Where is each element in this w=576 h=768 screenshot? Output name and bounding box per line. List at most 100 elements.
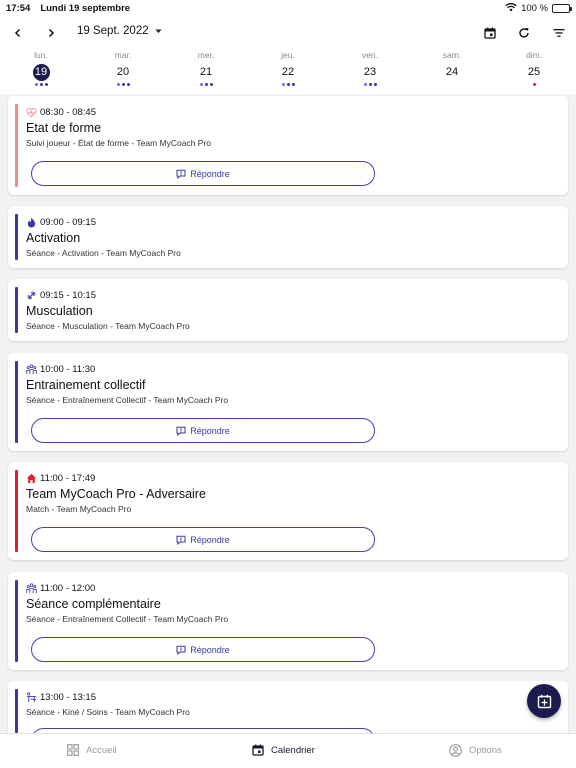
event-card[interactable]: 13:00 - 13:15 Séance - Kiné / Soins - Tea… [8, 681, 568, 741]
event-dot [34, 83, 38, 86]
event-dot [532, 83, 536, 86]
event-card[interactable]: 11:00 - 17:49 Team MyCoach Pro - Adversai… [8, 462, 568, 560]
filter-icon[interactable] [549, 23, 569, 43]
event-card[interactable]: 09:15 - 10:15 Musculation Séance - Muscula… [8, 279, 568, 341]
event-time: 09:00 - 09:15 [40, 217, 96, 228]
day-22[interactable]: jeu. 22 [268, 50, 308, 87]
day-name: ven. [361, 50, 379, 60]
month-label: 19 Sept. 2022 [77, 25, 149, 37]
event-subtitle: Séance - Activation - Team MyCoach Pro [26, 248, 181, 258]
week-strip: lun. 19 mar. 20 mer. 21 jeu. 22 ven. 23 sam. 24 dim.… [0, 50, 576, 94]
day-25[interactable]: dim. 25 [514, 50, 554, 87]
day-23[interactable]: ven. 23 [350, 50, 390, 87]
nav-options-label: Options [469, 745, 502, 756]
flame-icon [26, 217, 37, 228]
comment-icon [176, 169, 186, 179]
home-icon [26, 473, 37, 484]
group-icon [26, 583, 37, 594]
reply-label: Répondre [190, 168, 230, 179]
nav-calendar[interactable]: Calendrier [252, 744, 315, 756]
dumbbell-icon [26, 290, 37, 301]
nav-options[interactable]: Options [449, 744, 502, 757]
calendar-icon [252, 744, 264, 756]
event-dots [268, 83, 308, 87]
reply-button[interactable]: Répondre [31, 418, 375, 443]
event-dot [373, 83, 377, 86]
event-dots [350, 83, 390, 87]
event-dot [121, 83, 125, 86]
refresh-icon[interactable] [514, 23, 534, 43]
day-21[interactable]: mer. 21 [186, 50, 226, 87]
day-number: 24 [445, 66, 459, 78]
event-dot [209, 83, 213, 86]
event-color-bar [15, 470, 18, 552]
day-name: mer. [197, 50, 215, 60]
event-subtitle: Suivi joueur - État de forme - Team MyCo… [26, 138, 212, 148]
day-number: 20 [116, 66, 130, 78]
day-19[interactable]: lun. 19 [21, 50, 61, 87]
event-subtitle: Séance - Entraînement Collectif - Team M… [26, 614, 229, 624]
event-subtitle: Séance - Entraînement Collectif - Team M… [26, 395, 229, 405]
battery-percent: 100 % [521, 2, 548, 14]
account-circle-icon [449, 744, 462, 757]
event-subtitle: Séance - Kiné / Soins - Team MyCoach Pro [26, 707, 190, 717]
event-dots [514, 83, 554, 87]
comment-icon [176, 645, 186, 655]
event-card[interactable]: 11:00 - 12:00 Séance complémentaire Séance… [8, 572, 568, 670]
add-event-button[interactable] [527, 684, 561, 718]
day-20[interactable]: mar. 20 [103, 50, 143, 87]
nav-home[interactable]: Accueil [67, 744, 117, 756]
event-dot [286, 83, 290, 86]
event-color-bar [15, 689, 18, 733]
event-card[interactable]: 09:00 - 09:15 Activation Séance - Activati… [8, 206, 568, 268]
event-title: Entrainement collectif [26, 378, 146, 392]
bottom-navigation: Accueil Calendrier Options [0, 733, 576, 768]
event-time: 08:30 - 08:45 [40, 107, 96, 118]
chevron-right-icon[interactable] [41, 23, 61, 43]
event-title: Musculation [26, 304, 93, 318]
wifi-icon [505, 2, 517, 15]
comment-icon [176, 426, 186, 436]
day-number: 19 [32, 64, 50, 81]
status-bar: 17:54 Lundi 19 septembre 100 % [0, 0, 576, 16]
day-name: dim. [525, 50, 543, 60]
day-name: mar. [114, 50, 132, 60]
month-selector[interactable]: 19 Sept. 2022 [77, 25, 162, 37]
physio-icon [26, 692, 37, 703]
status-date: Lundi 19 septembre [40, 2, 131, 14]
event-subtitle: Séance - Musculation - Team MyCoach Pro [26, 321, 190, 331]
event-color-bar [15, 361, 18, 443]
calendar-today-icon[interactable] [480, 23, 500, 43]
event-time: 10:00 - 11:30 [40, 364, 96, 375]
event-dot [199, 83, 203, 86]
reply-button[interactable]: Répondre [31, 637, 375, 662]
event-color-bar [15, 104, 18, 187]
event-dots [103, 83, 143, 87]
event-color-bar [15, 214, 18, 260]
event-dots [186, 83, 226, 87]
caret-down-icon [155, 29, 162, 33]
event-card[interactable]: 08:30 - 08:45 Etat de forme Suivi joueur -… [8, 96, 568, 195]
event-dot [291, 83, 295, 86]
status-time: 17:54 [6, 2, 31, 14]
day-number: 25 [527, 66, 541, 78]
reply-button[interactable]: Répondre [31, 527, 375, 552]
event-dot [204, 83, 208, 86]
reply-button[interactable]: Répondre [31, 161, 375, 186]
chevron-left-icon[interactable] [8, 23, 28, 43]
reply-label: Répondre [190, 534, 230, 545]
day-number: 22 [281, 66, 295, 78]
group-icon [26, 364, 37, 375]
event-dot [368, 83, 372, 86]
day-name: lun. [34, 50, 48, 60]
event-dot [126, 83, 130, 86]
day-24[interactable]: sam. 24 [432, 50, 472, 87]
event-title: Activation [26, 231, 81, 245]
event-dots [432, 83, 472, 87]
event-subtitle: Match - Team MyCoach Pro [26, 504, 132, 514]
event-card[interactable]: 10:00 - 11:30 Entrainement collectif Séanc… [8, 353, 568, 451]
event-color-bar [15, 287, 18, 333]
day-name: sam. [442, 50, 462, 60]
event-dot [39, 83, 43, 86]
event-dots [21, 83, 61, 87]
